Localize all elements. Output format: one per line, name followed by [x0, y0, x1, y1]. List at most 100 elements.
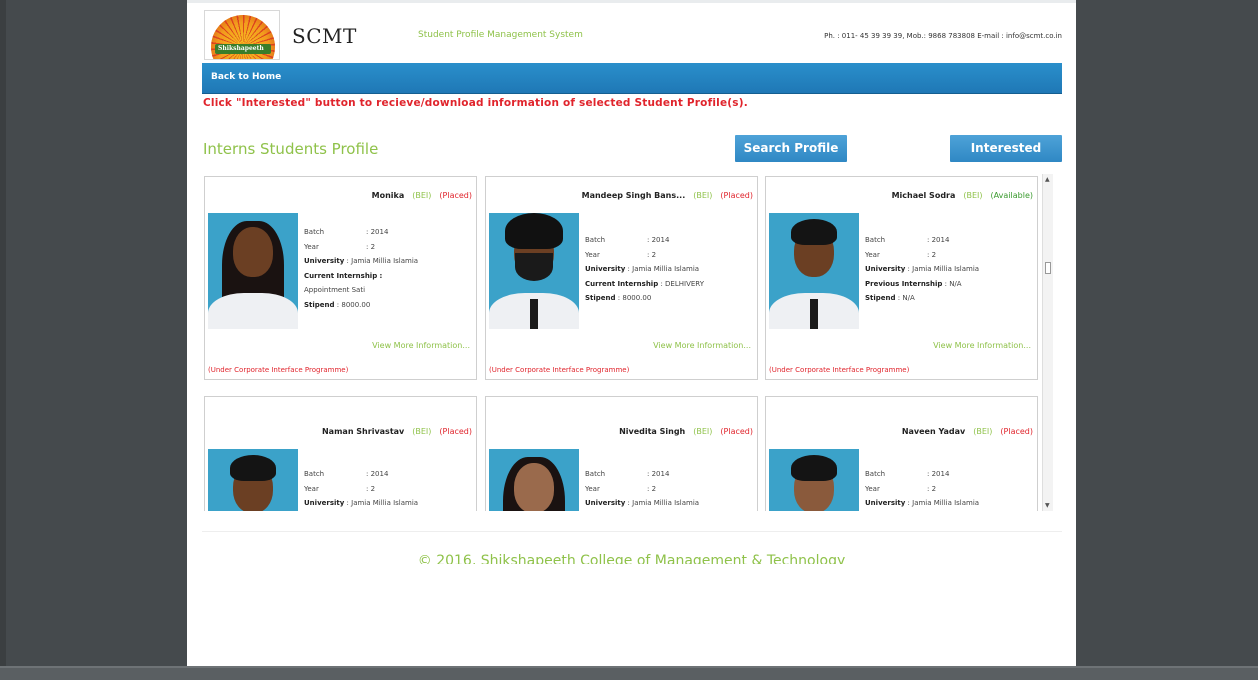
brand-name: SCMT [292, 24, 357, 48]
program-note: (Under Corporate Interface Programme) [489, 366, 630, 374]
status-badge: (Available) [990, 191, 1033, 200]
card-header: Nivedita Singh (BEI) (Placed) [619, 427, 753, 436]
year-label: Year [865, 250, 880, 259]
university-value: : Jamia Millia Islamia [907, 265, 980, 273]
university-value: : Jamia Millia Islamia [627, 499, 700, 507]
stipend-value: : 8000.00 [617, 294, 652, 302]
course-code: (BEI) [963, 191, 983, 200]
student-photo[interactable] [489, 449, 579, 511]
profile-card[interactable]: Naveen Yadav (BEI) (Placed) Batch: 2014 Ye… [765, 396, 1038, 511]
university-value: : Jamia Millia Islamia [627, 265, 700, 273]
university-label: University [585, 499, 626, 507]
photo-tie [530, 299, 538, 329]
view-more-link[interactable]: View More Information... [933, 341, 1031, 350]
scroll-down-icon[interactable]: ▼ [1045, 502, 1050, 509]
student-photo[interactable] [208, 213, 298, 329]
photo-hair [791, 455, 837, 481]
course-code: (BEI) [973, 427, 993, 436]
internship-value: Appointment Sati [304, 286, 366, 294]
year-label: Year [865, 484, 880, 493]
student-info: Batch: 2014 Year: 2 University : Jamia M… [304, 467, 418, 511]
year-label: Year [304, 484, 319, 493]
student-photo[interactable] [489, 213, 579, 329]
site-tagline: Student Profile Management System [418, 30, 583, 40]
internship-label: Current Internship [585, 279, 659, 288]
student-photo[interactable] [769, 449, 859, 511]
batch-value: : 2014 [366, 228, 389, 236]
interested-button[interactable]: Interested [950, 135, 1062, 162]
internship-label: Previous Internship [865, 279, 943, 288]
page-container: Shikshapeeth SCMT Student Profile Manage… [187, 0, 1076, 666]
student-name: Monika [371, 191, 405, 200]
course-code: (BEI) [412, 427, 432, 436]
stipend-label: Stipend [304, 300, 335, 309]
profiles-scrollbar[interactable]: ▲ ▼ [1042, 174, 1053, 511]
batch-value: : 2014 [366, 470, 389, 478]
internship-value: : DELHIVERY [660, 279, 704, 288]
profile-card[interactable]: Monika (BEI) (Placed) Batch: 2014 Year: 2 … [204, 176, 477, 380]
search-profile-button[interactable]: Search Profile [735, 135, 847, 162]
page-title: Interns Students Profile [203, 140, 379, 158]
contact-info: Ph. : 011- 45 39 39 39, Mob.: 9868 78380… [824, 32, 1062, 40]
photo-hair [791, 219, 837, 245]
university-value: : Jamia Millia Islamia [346, 257, 419, 265]
batch-label: Batch [585, 470, 606, 478]
internship-value: : N/A [944, 279, 962, 288]
card-header: Michael Sodra (BEI) (Available) [892, 191, 1033, 200]
university-label: University [585, 265, 626, 273]
site-header: Shikshapeeth SCMT Student Profile Manage… [202, 10, 1062, 62]
interested-notice: Click "Interested" button to recieve/dow… [203, 97, 748, 109]
student-info: Batch: 2014 Year: 2 University : Jamia M… [865, 467, 979, 511]
footer-divider [202, 531, 1062, 532]
batch-label: Batch [865, 236, 886, 244]
student-photo[interactable] [208, 449, 298, 511]
card-header: Naman Shrivastav (BEI) (Placed) [322, 427, 472, 436]
year-label: Year [304, 242, 319, 251]
year-value: : 2 [647, 250, 657, 259]
year-value: : 2 [366, 484, 376, 493]
student-info: Batch: 2014 Year: 2 University : Jamia M… [585, 467, 699, 511]
status-badge: (Placed) [439, 191, 472, 200]
scroll-up-icon[interactable]: ▲ [1045, 176, 1050, 183]
university-label: University [304, 257, 345, 265]
card-header: Naveen Yadav (BEI) (Placed) [902, 427, 1033, 436]
photo-beard [515, 253, 553, 281]
card-header: Mandeep Singh Bans... (BEI) (Placed) [582, 191, 753, 200]
view-more-link[interactable]: View More Information... [653, 341, 751, 350]
status-badge: (Placed) [439, 427, 472, 436]
university-value: : Jamia Millia Islamia [346, 499, 419, 507]
program-note: (Under Corporate Interface Programme) [208, 366, 349, 374]
page-top-edge [187, 0, 1076, 3]
profile-card[interactable]: Nivedita Singh (BEI) (Placed) Batch: 2014 … [485, 396, 758, 511]
stipend-label: Stipend [585, 294, 616, 302]
student-info: Batch: 2014 Year: 2 University : Jamia M… [585, 233, 704, 306]
status-badge: (Placed) [720, 191, 753, 200]
view-more-link[interactable]: View More Information... [372, 341, 470, 350]
profile-card[interactable]: Michael Sodra (BEI) (Available) Batch: 201… [765, 176, 1038, 380]
stipend-label: Stipend [865, 294, 896, 302]
student-name: Naman Shrivastav [321, 427, 405, 436]
back-to-home-link[interactable]: Back to Home [211, 72, 281, 82]
university-label: University [865, 499, 906, 507]
status-badge: (Placed) [720, 427, 753, 436]
year-value: : 2 [647, 484, 657, 493]
footer-copyright: © 2016, Shikshapeeth College of Manageme… [417, 553, 846, 564]
student-name: Michael Sodra [891, 191, 956, 200]
student-name: Mandeep Singh Bans... [581, 191, 686, 200]
year-label: Year [585, 484, 600, 493]
photo-turban [505, 213, 563, 249]
batch-label: Batch [865, 470, 886, 478]
scroll-thumb[interactable] [1045, 262, 1051, 274]
university-label: University [865, 265, 906, 273]
college-logo[interactable]: Shikshapeeth [204, 10, 280, 60]
year-value: : 2 [366, 242, 376, 251]
program-note: (Under Corporate Interface Programme) [769, 366, 910, 374]
profile-card[interactable]: Mandeep Singh Bans... (BEI) (Placed) Batch… [485, 176, 758, 380]
bottom-window-edge [0, 666, 1258, 680]
student-photo[interactable] [769, 213, 859, 329]
student-name: Naveen Yadav [901, 427, 966, 436]
profile-card[interactable]: Naman Shrivastav (BEI) (Placed) Batch: 201… [204, 396, 477, 511]
course-code: (BEI) [693, 191, 713, 200]
profiles-grid[interactable]: Monika (BEI) (Placed) Batch: 2014 Year: 2 … [202, 174, 1040, 511]
student-name: Nivedita Singh [619, 427, 686, 436]
